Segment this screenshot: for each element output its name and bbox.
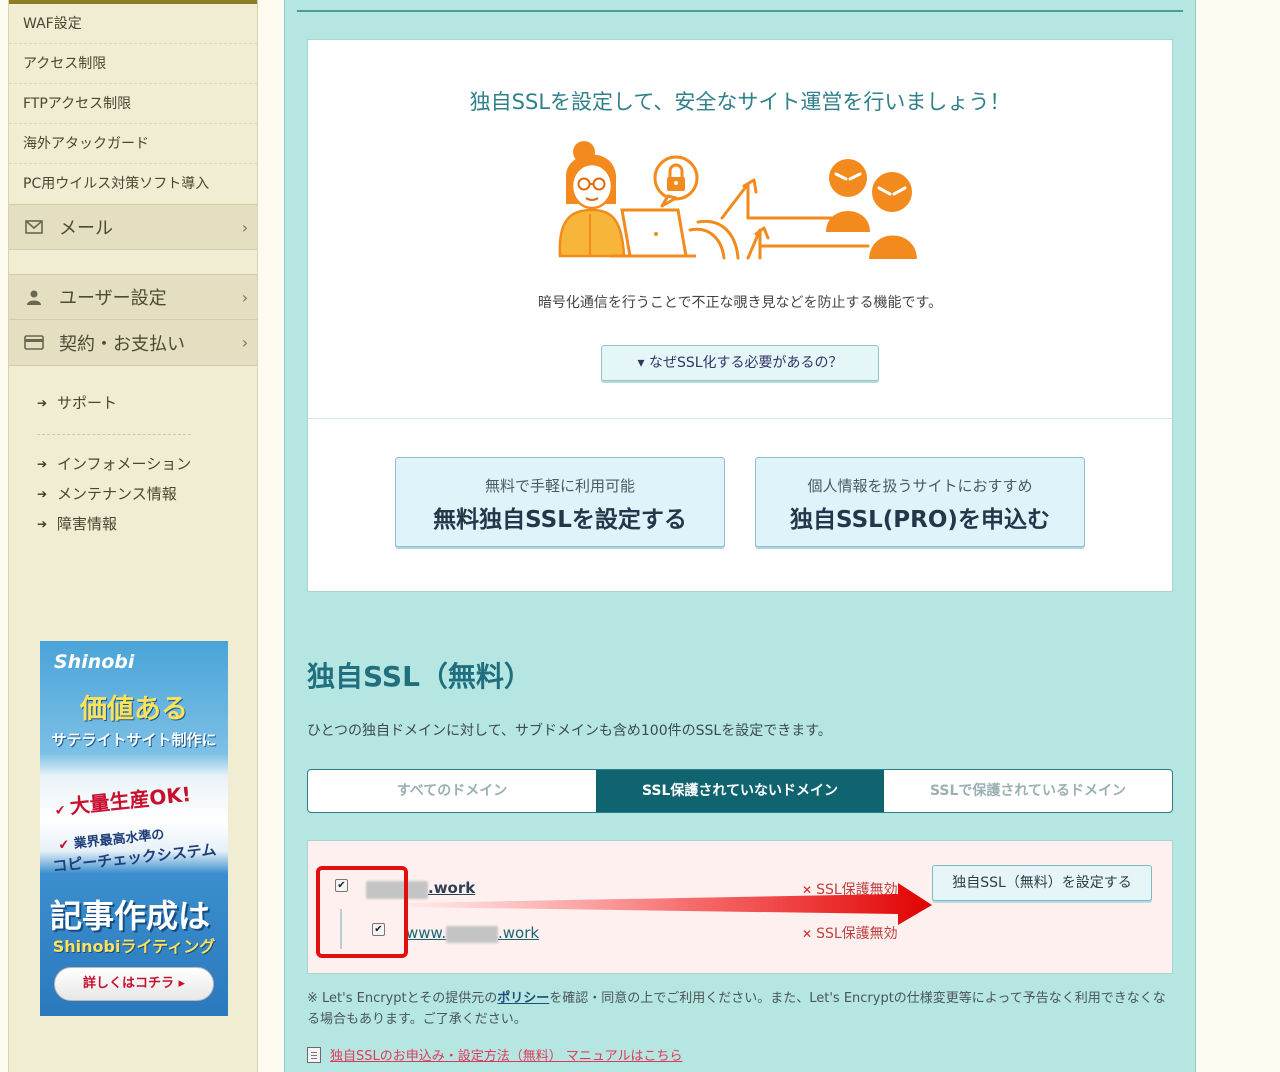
why-ssl-toggle-button[interactable]: ▾ なぜSSL化する必要があるの？ xyxy=(601,345,879,381)
sidebar-category-contract-label: 契約・お支払い xyxy=(59,333,185,355)
mail-icon xyxy=(23,218,45,236)
section-title: 独自SSL（無料） xyxy=(307,660,532,693)
ssl-illustration xyxy=(550,134,940,268)
redacted-subdomain-name xyxy=(446,926,498,943)
manual-link-row[interactable]: 独自SSLのお申込み・設定方法（無料） マニュアルはこちら xyxy=(307,1045,683,1064)
sidebar-item-antivirus[interactable]: PC用ウイルス対策ソフト導入 xyxy=(9,164,257,204)
arrow-right-icon: ➔ xyxy=(37,487,48,501)
policy-link[interactable]: ポリシー xyxy=(497,991,549,1006)
credit-card-icon xyxy=(23,334,45,352)
set-free-ssl-button[interactable]: 独自SSL（無料）を設定する xyxy=(932,865,1152,901)
banner-logo: Shinobi xyxy=(54,651,135,673)
promo-title: 独自SSLを設定して、安全なサイト運営を行いましょう！ xyxy=(469,90,1011,114)
sidebar-link-information[interactable]: ➔ インフォメーション xyxy=(37,449,257,479)
main-content: 独自SSLを設定して、安全なサイト運営を行いましょう！ 暗号化通信を行うことで不… xyxy=(284,0,1196,1072)
promo-divider xyxy=(308,418,1172,419)
sidebar-category-user-settings[interactable]: ユーザー設定 › xyxy=(9,274,257,320)
banner-headline: 価値ある xyxy=(80,694,188,725)
banner-point-1: ✔ 大量生産OK! xyxy=(54,781,193,820)
sidebar: WAF設定 アクセス制限 FTPアクセス制限 海外アタックガード PC用ウイルス… xyxy=(8,0,258,1072)
domain-list-panel: ✔ .work ✕ SSL保護無効 ✔ www. .work ✕ SSL保護無効 独… xyxy=(307,840,1173,974)
lets-encrypt-notice: ※ Let's Encryptとその提供元のポリシーを確認・同意の上でご利用くだ… xyxy=(307,991,1166,1027)
tab-protected-domains[interactable]: SSLで保護されているドメイン xyxy=(884,770,1172,812)
banner-brand: Shinobiライティング xyxy=(52,937,216,956)
sidebar-item-overseas-attack-guard[interactable]: 海外アタックガード xyxy=(9,124,257,164)
sidebar-link-support[interactable]: ➔ サポート xyxy=(37,388,257,418)
chevron-right-icon: › xyxy=(241,217,249,237)
sidebar-category-mail[interactable]: メール › xyxy=(9,204,257,250)
sidebar-item-ftp-access[interactable]: FTPアクセス制限 xyxy=(9,84,257,124)
arrow-right-icon: ➔ xyxy=(37,517,48,531)
document-icon xyxy=(307,1046,321,1063)
sidebar-link-failure[interactable]: ➔ 障害情報 xyxy=(37,509,257,539)
free-ssl-label: 無料独自SSLを設定する xyxy=(433,507,687,533)
cross-icon: ✕ xyxy=(802,927,813,941)
sidebar-divider xyxy=(37,434,191,435)
free-ssl-caption: 無料で手軽に利用可能 xyxy=(484,477,635,495)
sidebar-category-contract[interactable]: 契約・お支払い › xyxy=(9,320,257,366)
pro-ssl-apply-button[interactable]: 個人情報を扱うサイトにおすすめ 独自SSL(PRO)を申込む xyxy=(755,457,1085,547)
pointer-arrow-icon xyxy=(408,883,932,925)
sidebar-link-maintenance[interactable]: ➔ メンテナンス情報 xyxy=(37,479,257,509)
highlight-box xyxy=(316,866,408,958)
tab-all-domains[interactable]: すべてのドメイン xyxy=(308,770,596,812)
tab-unprotected-domains[interactable]: SSL保護されていないドメイン xyxy=(596,770,884,812)
pro-ssl-caption: 個人情報を扱うサイトにおすすめ xyxy=(807,477,1033,495)
pro-ssl-label: 独自SSL(PRO)を申込む xyxy=(790,507,1050,533)
chevron-right-icon: › xyxy=(241,333,249,352)
banner-subheadline: サテライトサイト制作に xyxy=(51,731,217,749)
domain-filter-tabs: すべてのドメイン SSL保護されていないドメイン SSLで保護されているドメイン xyxy=(307,769,1173,813)
sidebar-category-mail-label: メール xyxy=(59,218,113,239)
banner-cta-button[interactable]: 詳しくはコチラ ▸ xyxy=(54,967,214,1001)
manual-link[interactable]: 独自SSLのお申込み・設定方法（無料） マニュアルはこちら xyxy=(330,1045,683,1064)
sidebar-item-waf[interactable]: WAF設定 xyxy=(9,4,257,44)
banner-main-copy: 記事作成は xyxy=(50,897,211,935)
ssl-promo-card: 独自SSLを設定して、安全なサイト運営を行いましょう！ 暗号化通信を行うことで不… xyxy=(307,39,1173,592)
arrow-right-icon: ➔ xyxy=(37,457,48,471)
arrow-right-icon: ➔ xyxy=(37,396,48,410)
chevron-right-icon: › xyxy=(241,287,249,307)
sidebar-category-user-label: ユーザー設定 xyxy=(59,288,167,309)
section-description: ひとつの独自ドメインに対して、サブドメインも含め100件のSSLを設定できます。 xyxy=(307,723,832,739)
sidebar-item-access-restriction[interactable]: アクセス制限 xyxy=(9,44,257,84)
lock-speech-bubble-icon xyxy=(653,155,699,208)
shinobi-ad-banner[interactable]: Shinobi 価値ある サテライトサイト制作に ✔ 大量生産OK! ✔ 業界最… xyxy=(40,641,228,1016)
user-icon xyxy=(23,288,45,306)
free-ssl-setup-button[interactable]: 無料で手軽に利用可能 無料独自SSLを設定する xyxy=(395,457,725,547)
header-divider xyxy=(297,10,1183,12)
promo-description: 暗号化通信を行うことで不正な覗き見などを防止する機能です。 xyxy=(537,295,943,311)
